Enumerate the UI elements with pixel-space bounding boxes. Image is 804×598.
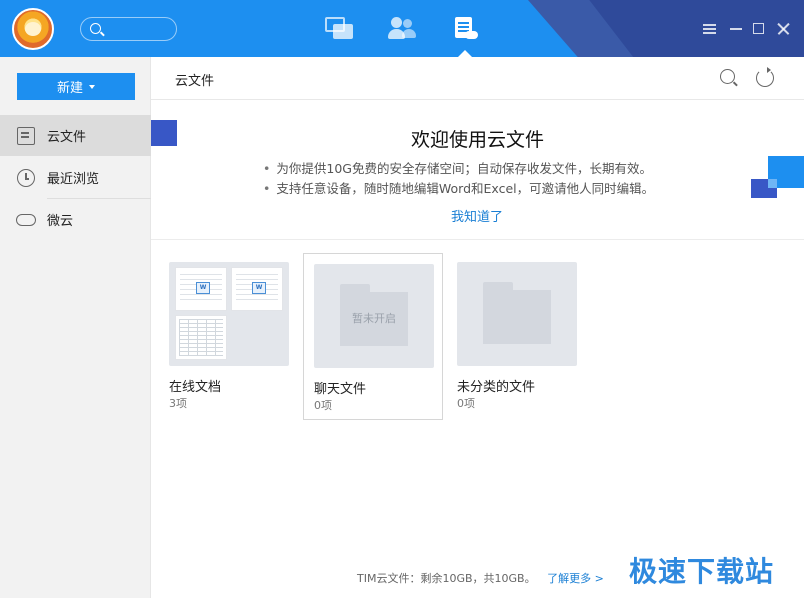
folder-name: 聊天文件	[314, 382, 367, 397]
folder-overlay-label: 暂未开启	[352, 312, 396, 325]
word-doc-icon: W	[252, 282, 266, 294]
watermark: 极速下载站	[629, 555, 775, 588]
folder-name: 未分类的文件	[457, 380, 536, 395]
sidebar-item-cloud-files[interactable]: 云文件	[0, 115, 151, 156]
sheet-preview	[175, 315, 227, 360]
minimize-button[interactable]	[730, 22, 743, 35]
sidebar-item-label: 最近浏览	[47, 172, 100, 187]
doc-preview: W	[175, 267, 227, 311]
search-button[interactable]	[720, 69, 738, 87]
menu-icon	[703, 24, 716, 26]
folder-name: 在线文档	[169, 380, 222, 395]
word-doc-icon: W	[196, 282, 210, 294]
close-button[interactable]	[777, 22, 790, 35]
decoration-square	[768, 179, 777, 188]
avatar[interactable]	[12, 8, 54, 50]
folder-icon	[483, 282, 551, 344]
welcome-bullet: 为你提供10G免费的安全存储空间；自动保存收发文件，长期有效。	[263, 158, 652, 177]
header-divider	[151, 99, 804, 100]
tab-contacts[interactable]	[388, 17, 416, 41]
sidebar-item-recent[interactable]: 最近浏览	[0, 157, 151, 198]
storage-footer: TIM云文件：剩余10GB，共10GB。 了解更多 >	[357, 570, 604, 586]
active-tab-pointer	[458, 50, 472, 57]
dismiss-link[interactable]: 我知道了	[451, 206, 503, 225]
minimize-icon	[730, 28, 742, 30]
sidebar-item-label: 微云	[47, 214, 74, 229]
weiyun-cloud-icon	[16, 214, 36, 226]
tab-messages[interactable]	[325, 17, 353, 41]
folder-count: 3项	[169, 397, 187, 410]
refresh-icon[interactable]	[756, 67, 774, 87]
sidebar-item-label: 云文件	[47, 130, 87, 145]
main-panel: 云文件 欢迎使用云文件 为你提供10G免费的安全存储空间；自动保存收发文件，长期…	[151, 57, 804, 598]
new-button-label: 新建	[56, 80, 83, 95]
sidebar: 新建 云文件 最近浏览 微云	[0, 57, 151, 598]
folder-thumbnail: 暂未开启	[314, 264, 434, 368]
contacts-icon	[391, 17, 402, 28]
welcome-title: 欢迎使用云文件	[410, 129, 544, 151]
caret-down-icon	[89, 84, 95, 89]
welcome-bullet: 支持任意设备，随时随地编辑Word和Excel，可邀请他人同时编辑。	[263, 178, 654, 197]
folder-thumbnail: W W	[169, 262, 289, 366]
search-icon	[720, 69, 735, 84]
cloud-file-icon	[17, 127, 35, 145]
folder-icon: 暂未开启	[340, 284, 408, 346]
clock-icon	[17, 169, 35, 187]
sidebar-item-weiyun[interactable]: 微云	[0, 199, 151, 240]
search-icon	[90, 23, 101, 34]
storage-info: TIM云文件：剩余10GB，共10GB。	[357, 572, 536, 585]
folder-card-chat-files[interactable]: 暂未开启 聊天文件 0项	[303, 253, 443, 420]
folder-card-uncategorized[interactable]: 未分类的文件 0项	[440, 253, 580, 420]
title-bar	[0, 0, 804, 57]
learn-more-link[interactable]: 了解更多 >	[547, 572, 604, 585]
folder-card-online-docs[interactable]: W W 在线文档 3项	[152, 253, 292, 420]
search-box[interactable]	[80, 17, 177, 41]
section-divider	[151, 239, 804, 240]
tab-files[interactable]	[455, 17, 483, 41]
menu-button[interactable]	[703, 22, 716, 35]
breadcrumb: 云文件	[175, 74, 215, 89]
maximize-button[interactable]	[753, 23, 764, 34]
folder-count: 0项	[457, 397, 475, 410]
new-button[interactable]: 新建	[17, 73, 135, 100]
folder-thumbnail	[457, 262, 577, 366]
folder-count: 0项	[314, 399, 332, 412]
doc-preview: W	[231, 267, 283, 311]
